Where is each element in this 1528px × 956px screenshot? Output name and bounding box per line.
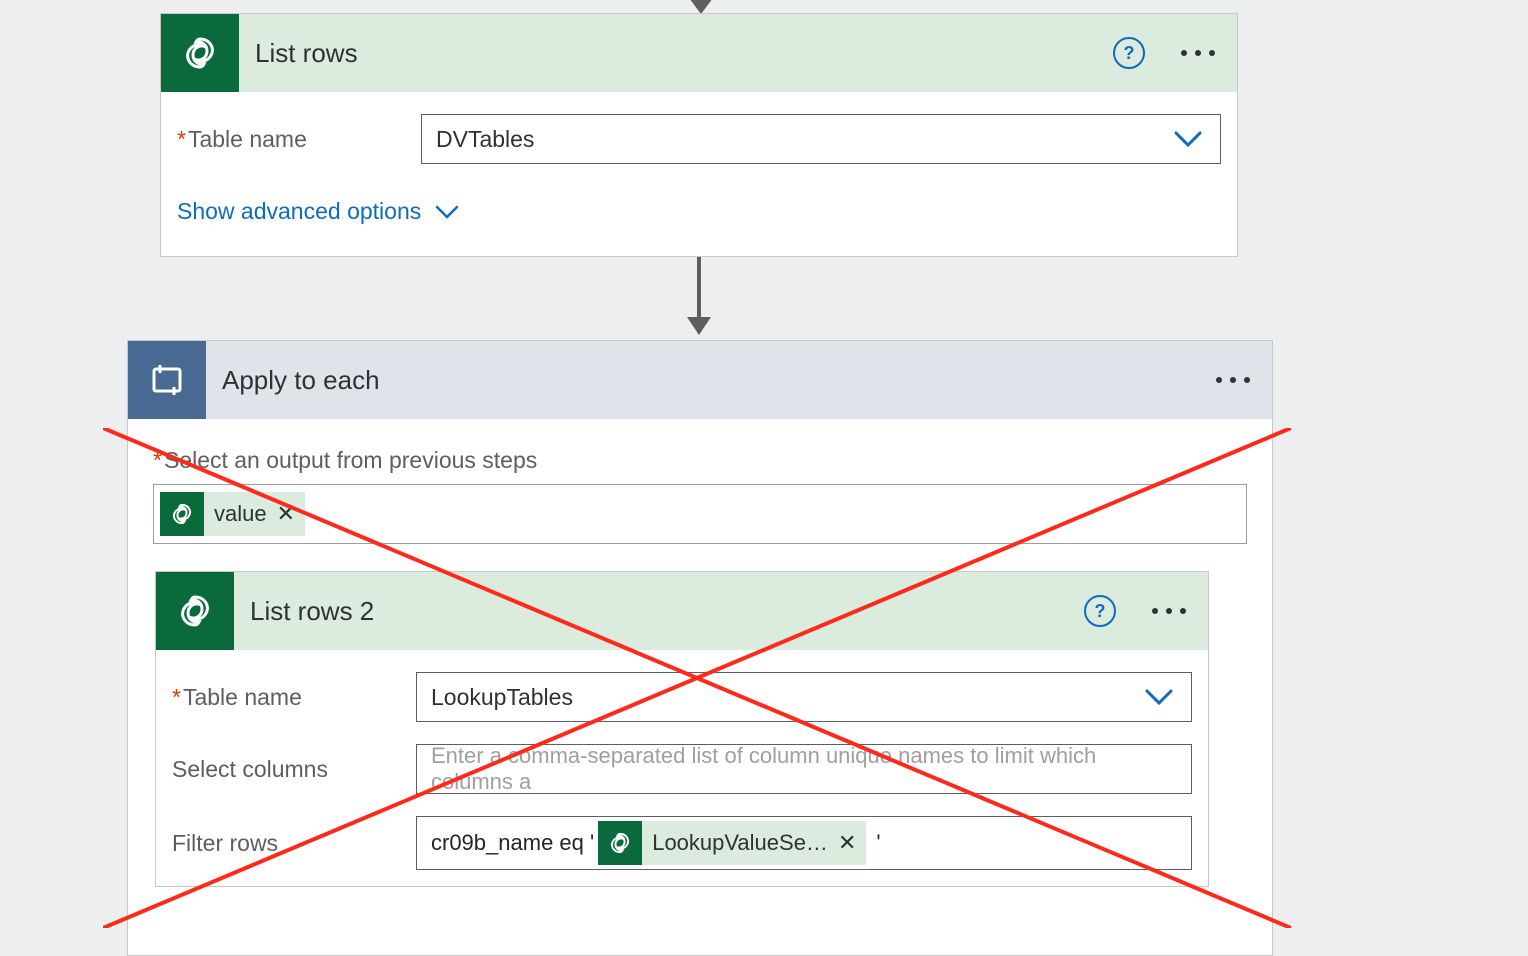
token-remove-icon[interactable]: ✕ [838,830,856,856]
select-output-label: *Select an output from previous steps [153,447,1247,474]
table-name-value: LookupTables [431,684,573,711]
chevron-down-icon [1145,688,1173,706]
action-title: List rows 2 [234,596,374,627]
flow-arrow-head-top [689,0,713,14]
show-advanced-options[interactable]: Show advanced options [177,198,1221,225]
control-card-apply-to-each[interactable]: Apply to each *Select an output from pre… [127,340,1273,956]
token-label: LookupValueSe… [652,830,828,856]
flow-arrow-down [697,257,701,317]
action-card-list-rows[interactable]: List rows ? *Table name DVTables Show ad… [160,13,1238,257]
help-icon[interactable]: ? [1113,37,1145,69]
filter-rows-label: Filter rows [172,830,416,857]
dynamic-token-value[interactable]: value ✕ [160,492,305,536]
table-name-label: *Table name [172,684,416,711]
action-header[interactable]: List rows 2 ? [156,572,1208,650]
loop-icon [128,341,206,419]
control-header[interactable]: Apply to each [128,341,1272,419]
dataverse-icon [161,14,239,92]
select-output-input[interactable]: value ✕ [153,484,1247,544]
action-card-list-rows-2[interactable]: List rows 2 ? *Table name LookupTables [155,571,1209,887]
more-menu-icon[interactable] [1216,377,1258,383]
more-menu-icon[interactable] [1181,50,1223,56]
token-label: value [214,501,267,527]
dataverse-icon [598,821,642,865]
action-title: List rows [239,38,358,69]
action-header[interactable]: List rows ? [161,14,1237,92]
table-name-value: DVTables [436,126,534,153]
table-name-select[interactable]: LookupTables [416,672,1192,722]
dataverse-icon [156,572,234,650]
filter-rows-suffix: ' [876,830,880,856]
select-columns-label: Select columns [172,756,416,783]
dataverse-icon [160,492,204,536]
table-name-label: *Table name [177,126,421,153]
filter-rows-prefix: cr09b_name eq ' [431,830,594,856]
table-name-select[interactable]: DVTables [421,114,1221,164]
chevron-down-icon [1174,130,1202,148]
more-menu-icon[interactable] [1152,608,1194,614]
token-remove-icon[interactable]: ✕ [277,501,295,527]
select-columns-input[interactable]: Enter a comma-separated list of column u… [416,744,1192,794]
filter-rows-input[interactable]: cr09b_name eq ' LookupValueSe… ✕ [416,816,1192,870]
help-icon[interactable]: ? [1084,595,1116,627]
dynamic-token-lookup[interactable]: LookupValueSe… ✕ [598,821,866,865]
chevron-down-icon [435,204,459,220]
control-title: Apply to each [206,365,380,396]
